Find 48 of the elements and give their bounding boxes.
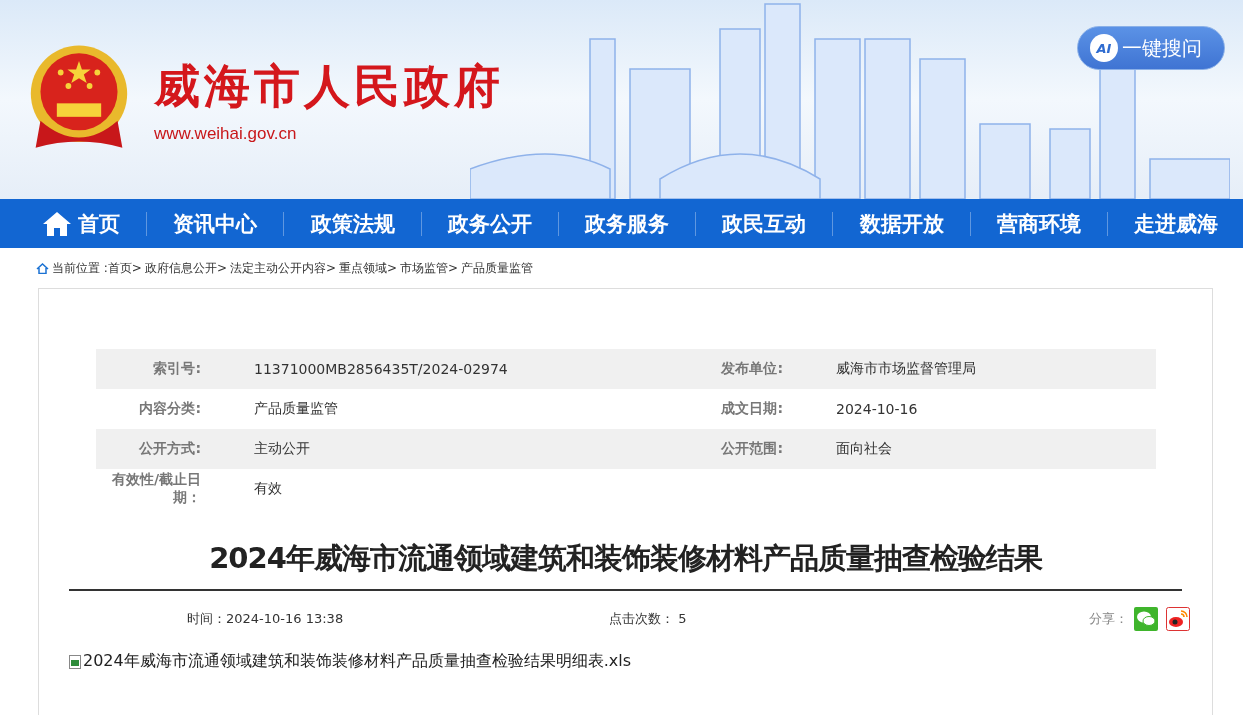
breadcrumb-link[interactable]: 政府信息公开 [144,259,217,277]
nav-link[interactable]: 政务服务 [585,209,669,238]
breadcrumb-link[interactable]: 重点领域 [339,259,388,277]
view-count: 点击次数： 5 [609,610,687,628]
info-value: 产品质量监管 [254,400,339,418]
breadcrumb-separator: > [448,261,459,275]
ai-badge-icon: AI [1090,34,1118,62]
nav-link[interactable]: 政民互动 [722,209,807,238]
article-title: 2024年威海市流通领域建筑和装饰装修材料产品质量抽查检验结果 [69,539,1182,591]
info-label: 内容分类: [138,400,201,418]
nav-link[interactable]: 首页 [42,209,120,238]
info-value: 2024-10-16 [836,401,919,417]
nav-link[interactable]: 政策法规 [310,209,395,238]
breadcrumb-label: 当前位置 : [52,259,108,277]
breadcrumb-separator: > [216,261,227,275]
breadcrumb-separator: > [387,261,398,275]
attachment-link[interactable]: 2024年威海市流通领域建筑和装饰装修材料产品质量抽查检验结果明细表.xls [83,651,632,672]
breadcrumb-separator: > [131,261,142,275]
home-icon [42,210,72,237]
info-label: 公开范围: [720,440,783,458]
spreadsheet-file-icon [69,654,81,669]
info-label: 索引号: [152,360,201,378]
nav-link[interactable]: 政务公开 [447,209,532,238]
info-label: 发布单位: [720,360,783,378]
weibo-share-icon[interactable] [1166,607,1190,631]
publish-time: 时间：2024-10-16 13:38 [187,610,344,628]
info-value: 有效 [254,480,283,498]
info-value: 面向社会 [836,440,893,458]
breadcrumb-link[interactable]: 产品质量监管 [461,259,534,277]
breadcrumb-link[interactable]: 法定主动公开内容 [230,259,326,277]
site-url: www.weihai.gov.cn [154,123,298,144]
nav-link[interactable]: 资讯中心 [173,209,258,238]
info-value: 威海市市场监督管理局 [836,360,977,378]
breadcrumb-link[interactable]: 市场监管 [400,259,449,277]
info-label: 有效性/截止日期： [110,471,201,507]
site-title: 威海市人民政府 [154,57,504,115]
nav-link[interactable]: 营商环境 [996,209,1081,238]
info-value: 11371000MB2856435T/2024-02974 [254,361,509,377]
info-value: 主动公开 [254,440,311,458]
nav-link[interactable]: 走进威海 [1134,209,1218,238]
home-icon [36,262,49,274]
wechat-share-icon[interactable] [1134,607,1158,631]
share-label: 分享： [1089,610,1128,628]
info-label: 成文日期: [720,400,783,418]
nav-link[interactable]: 数据开放 [859,209,944,238]
breadcrumb-separator: > [326,261,337,275]
info-label: 公开方式: [138,440,201,458]
ai-search-button[interactable]: AI 一键搜问 [1077,26,1225,70]
